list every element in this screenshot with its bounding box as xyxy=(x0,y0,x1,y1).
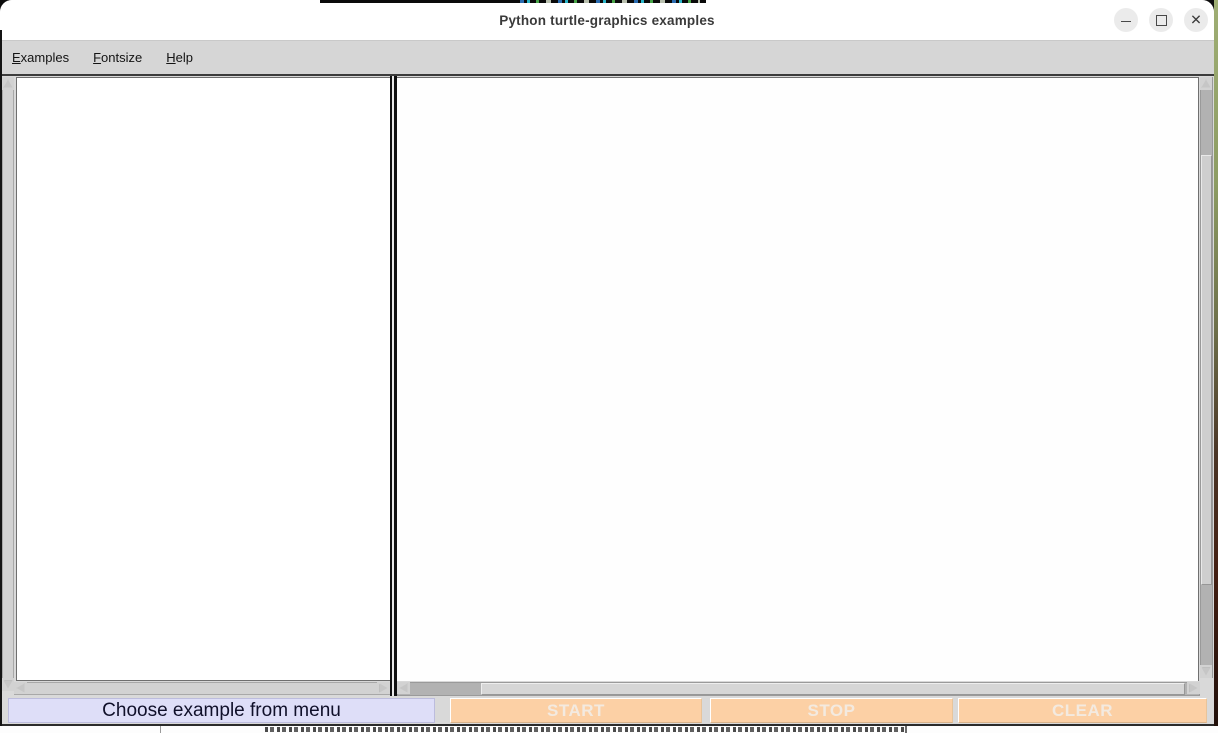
background-window-text-fragment xyxy=(265,727,905,732)
canvas-scroll-right-button[interactable] xyxy=(1187,682,1200,694)
stop-button[interactable]: STOP xyxy=(710,698,953,723)
desktop-background-edge xyxy=(1214,0,1218,733)
editor-horizontal-scrollbar[interactable] xyxy=(14,682,390,695)
editor-scroll-left-button[interactable] xyxy=(14,682,27,694)
close-icon: ✕ xyxy=(1190,13,1202,27)
control-bar: Choose example from menu START STOP CLEA… xyxy=(0,696,1214,726)
workarea xyxy=(0,76,1214,696)
menu-item-help[interactable]: Help xyxy=(158,47,201,68)
editor-scroll-down-button[interactable] xyxy=(2,678,14,691)
scroll-down-icon xyxy=(1202,668,1211,676)
scroll-down-icon xyxy=(4,681,13,689)
scroll-up-icon xyxy=(1202,80,1211,88)
start-button[interactable]: START xyxy=(450,698,702,723)
background-window-edge xyxy=(905,726,907,733)
minimize-button[interactable] xyxy=(1114,8,1138,32)
scroll-left-icon xyxy=(400,684,408,693)
menu-item-examples[interactable]: Examples xyxy=(4,47,77,68)
scroll-right-icon xyxy=(380,684,388,693)
scroll-up-icon xyxy=(4,80,13,88)
canvas-vertical-scrollbar[interactable] xyxy=(1200,77,1213,678)
canvas-scroll-left-button[interactable] xyxy=(397,682,410,694)
window-left-border xyxy=(0,30,2,726)
scroll-left-icon xyxy=(17,684,25,693)
status-label: Choose example from menu xyxy=(8,698,435,723)
editor-scroll-up-button[interactable] xyxy=(2,77,14,90)
background-window-bottom-sliver xyxy=(0,726,1218,733)
maximize-button[interactable] xyxy=(1149,8,1173,32)
background-window-edge xyxy=(160,726,161,733)
editor-vertical-scrollbar[interactable] xyxy=(2,77,14,691)
clear-button[interactable]: CLEAR xyxy=(958,698,1207,723)
background-window-top-sliver xyxy=(320,0,706,3)
canvas-scroll-up-button[interactable] xyxy=(1200,77,1212,90)
canvas-horizontal-scrollbar[interactable] xyxy=(397,682,1200,696)
screen: Python turtle-graphics examples ✕ Exampl… xyxy=(0,0,1218,733)
menu-item-fontsize[interactable]: Fontsize xyxy=(85,47,150,68)
menubar: Examples Fontsize Help xyxy=(0,40,1214,74)
background-window-tab-fragments xyxy=(520,0,700,3)
turtle-canvas[interactable] xyxy=(397,77,1199,681)
titlebar[interactable]: Python turtle-graphics examples ✕ xyxy=(0,0,1214,40)
close-button[interactable]: ✕ xyxy=(1184,8,1208,32)
scroll-right-icon xyxy=(1190,684,1198,693)
canvas-hscroll-thumb[interactable] xyxy=(481,683,1185,695)
pane-divider xyxy=(390,76,397,696)
maximize-icon xyxy=(1156,15,1167,26)
turtledemo-window: Python turtle-graphics examples ✕ Exampl… xyxy=(0,0,1214,726)
example-source-textarea[interactable] xyxy=(16,77,390,681)
window-title: Python turtle-graphics examples xyxy=(0,0,1214,40)
canvas-scroll-down-button[interactable] xyxy=(1200,665,1212,678)
editor-scroll-right-button[interactable] xyxy=(377,682,390,694)
minimize-icon xyxy=(1121,21,1131,22)
canvas-vscroll-thumb[interactable] xyxy=(1201,155,1212,585)
